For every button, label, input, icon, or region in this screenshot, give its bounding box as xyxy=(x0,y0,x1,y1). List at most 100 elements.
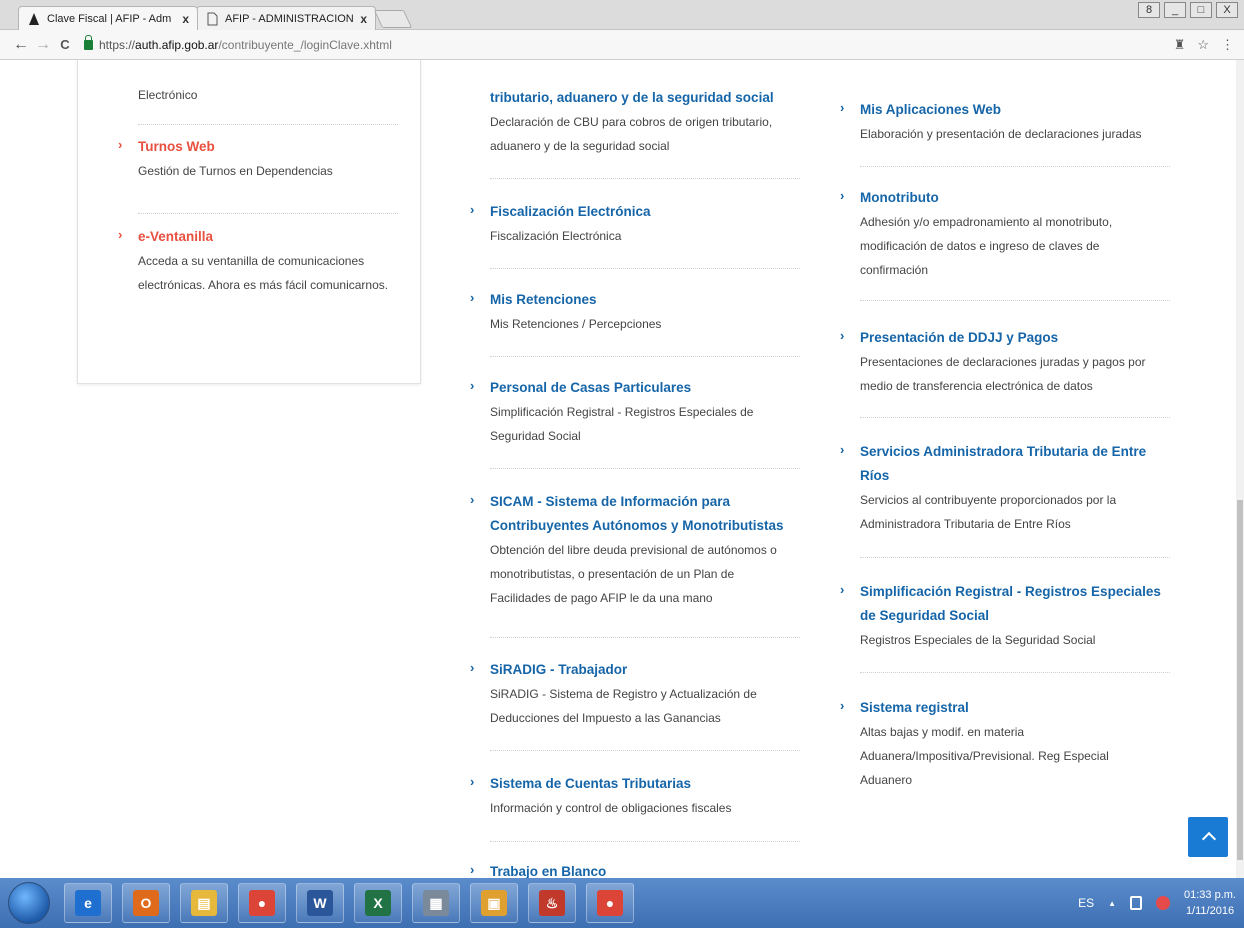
page-scrollbar[interactable] xyxy=(1236,60,1244,878)
forward-icon[interactable]: → xyxy=(32,34,54,56)
afip-favicon-icon xyxy=(29,12,39,25)
item-description: SiRADIG - Sistema de Registro y Actualiz… xyxy=(490,687,757,725)
list-item-turnos-web[interactable]: › Turnos Web Gestión de Turnos en Depend… xyxy=(118,135,408,183)
item-title[interactable]: Servicios Administradora Tributaria de E… xyxy=(860,440,1150,488)
taskbar-word-button[interactable]: W xyxy=(296,883,344,923)
item-description: Información y control de obligaciones fi… xyxy=(490,801,732,815)
url-field[interactable]: https://auth.afip.gob.ar/contribuyente_/… xyxy=(99,38,392,52)
list-item-sicam[interactable]: › SICAM - Sistema de Información para Co… xyxy=(470,490,790,610)
item-title[interactable]: Mis Retenciones xyxy=(490,288,597,312)
divider xyxy=(490,356,800,357)
maximize-button[interactable]: □ xyxy=(1190,2,1212,18)
taskbar-chrome-button[interactable]: ● xyxy=(238,883,286,923)
list-item-cbu[interactable]: tributario, aduanero y de la seguridad s… xyxy=(470,86,790,158)
list-item-fiscalizacion[interactable]: › Fiscalización Electrónica Fiscalizació… xyxy=(470,200,790,248)
list-item-cuentas-tributarias[interactable]: › Sistema de Cuentas Tributarias Informa… xyxy=(470,772,790,820)
user-button[interactable]: 8 xyxy=(1138,2,1160,18)
chevron-right-icon: › xyxy=(840,698,845,713)
chevron-right-icon: › xyxy=(118,227,123,242)
taskbar-excel-button[interactable]: X xyxy=(354,883,402,923)
chevron-right-icon: › xyxy=(470,378,475,393)
close-tab-icon[interactable]: x xyxy=(182,12,189,26)
taskbar-calculator-button[interactable]: ▦ xyxy=(412,883,460,923)
scrollbar-thumb[interactable] xyxy=(1237,500,1243,860)
menu-icon[interactable]: ⋮ xyxy=(1221,37,1234,53)
windows-taskbar: e O ▤ ● W X ▦ ▣ ♨ ● ES ▲ 01:33 p.m. 1/11/2016 xyxy=(0,878,1244,928)
divider xyxy=(860,672,1170,673)
list-item-e-ventanilla[interactable]: › e-Ventanilla Acceda a su ventanilla de… xyxy=(118,225,408,297)
item-title[interactable]: SiRADIG - Trabajador xyxy=(490,658,627,682)
item-description: Elaboración y presentación de declaracio… xyxy=(860,127,1142,141)
item-title[interactable]: Trabajo en Blanco xyxy=(490,860,606,878)
list-item-servicios-entre-rios[interactable]: › Servicios Administradora Tributaria de… xyxy=(840,440,1160,536)
language-indicator[interactable]: ES xyxy=(1078,896,1094,910)
url-scheme: https:// xyxy=(99,37,136,52)
item-title[interactable]: Monotributo xyxy=(860,186,939,210)
item-title[interactable]: Presentación de DDJJ y Pagos xyxy=(860,326,1058,350)
bookmark-star-icon[interactable]: ☆ xyxy=(1197,37,1209,53)
item-title[interactable]: Simplificación Registral - Registros Esp… xyxy=(860,580,1165,628)
new-tab-button[interactable] xyxy=(373,10,413,28)
list-item-siradig[interactable]: › SiRADIG - Trabajador SiRADIG - Sistema… xyxy=(470,658,790,730)
item-title[interactable]: Turnos Web xyxy=(138,135,215,159)
divider xyxy=(860,557,1170,558)
item-description: Mis Retenciones / Percepciones xyxy=(490,317,662,331)
item-title[interactable]: Fiscalización Electrónica xyxy=(490,200,651,224)
item-title[interactable]: tributario, aduanero y de la seguridad s… xyxy=(490,86,774,110)
clock[interactable]: 01:33 p.m. 1/11/2016 xyxy=(1184,887,1236,919)
scroll-to-top-button[interactable] xyxy=(1188,817,1228,857)
taskbar-chrome2-button[interactable]: ● xyxy=(586,883,634,923)
network-icon[interactable] xyxy=(1130,896,1143,910)
tab-afip-administracion[interactable]: AFIP - ADMINISTRACION x xyxy=(196,6,376,30)
item-title[interactable]: Sistema registral xyxy=(860,696,969,720)
item-title[interactable]: Personal de Casas Particulares xyxy=(490,376,691,400)
chevron-right-icon: › xyxy=(470,660,475,675)
tab-title: Clave Fiscal | AFIP - Adm xyxy=(47,12,172,25)
extension-icon[interactable]: ♜ xyxy=(1174,37,1186,53)
close-tab-icon[interactable]: x xyxy=(360,12,367,26)
security-icon[interactable] xyxy=(1156,896,1171,910)
minimize-button[interactable]: _ xyxy=(1164,2,1186,18)
calculator-icon: ▦ xyxy=(423,890,449,916)
item-description: Servicios al contribuyente proporcionado… xyxy=(860,493,1117,531)
page-icon xyxy=(207,12,218,25)
taskbar-ie-button[interactable]: e xyxy=(64,883,112,923)
list-item-simplificacion-registral[interactable]: › Simplificación Registral - Registros E… xyxy=(840,580,1170,652)
taskbar-explorer-button[interactable]: ▤ xyxy=(180,883,228,923)
item-description: Adhesión y/o empadronamiento al monotrib… xyxy=(860,215,1113,277)
item-title[interactable]: SICAM - Sistema de Información para Cont… xyxy=(490,490,785,538)
browser-tab-bar: Clave Fiscal | AFIP - Adm x AFIP - ADMIN… xyxy=(0,0,1244,30)
item-title[interactable]: Sistema de Cuentas Tributarias xyxy=(490,772,691,796)
list-item-sistema-registral[interactable]: › Sistema registral Altas bajas y modif.… xyxy=(840,696,1160,792)
item-title[interactable]: Mis Aplicaciones Web xyxy=(860,98,1001,122)
divider xyxy=(138,213,398,214)
system-tray: ES ▲ 01:33 p.m. 1/11/2016 xyxy=(1078,878,1236,928)
clock-date: 1/11/2016 xyxy=(1185,905,1235,917)
tab-clave-fiscal[interactable]: Clave Fiscal | AFIP - Adm x xyxy=(18,6,198,30)
chevron-right-icon: › xyxy=(840,328,845,343)
divider xyxy=(490,841,800,842)
list-item-casas-particulares[interactable]: › Personal de Casas Particulares Simplif… xyxy=(470,376,790,448)
start-button[interactable] xyxy=(8,882,50,924)
list-item: Electrónico xyxy=(138,83,408,107)
taskbar-calendar-button[interactable]: ▣ xyxy=(470,883,518,923)
excel-icon: X xyxy=(365,890,391,916)
divider xyxy=(490,750,800,751)
divider xyxy=(860,417,1170,418)
list-item-trabajo-en-blanco[interactable]: › Trabajo en Blanco xyxy=(470,860,790,878)
tray-arrow-icon[interactable]: ▲ xyxy=(1108,899,1116,908)
list-item-mis-retenciones[interactable]: › Mis Retenciones Mis Retenciones / Perc… xyxy=(470,288,790,336)
chrome2-icon: ● xyxy=(597,890,623,916)
list-item-presentacion-ddjj[interactable]: › Presentación de DDJJ y Pagos Presentac… xyxy=(840,326,1160,398)
item-title[interactable]: e-Ventanilla xyxy=(138,225,213,249)
reload-icon[interactable]: C xyxy=(54,34,76,56)
back-icon[interactable]: ← xyxy=(10,34,32,56)
list-item-mis-aplicaciones-web[interactable]: › Mis Aplicaciones Web Elaboración y pre… xyxy=(840,98,1160,146)
url-path: /contribuyente_/loginClave.xhtml xyxy=(218,37,392,52)
window-controls: 8 _ □ X xyxy=(1138,2,1238,18)
taskbar-java-button[interactable]: ♨ xyxy=(528,883,576,923)
close-window-button[interactable]: X xyxy=(1216,2,1238,18)
list-item-monotributo[interactable]: › Monotributo Adhesión y/o empadronamien… xyxy=(840,186,1160,282)
taskbar-office-button[interactable]: O xyxy=(122,883,170,923)
chevron-right-icon: › xyxy=(118,137,123,152)
